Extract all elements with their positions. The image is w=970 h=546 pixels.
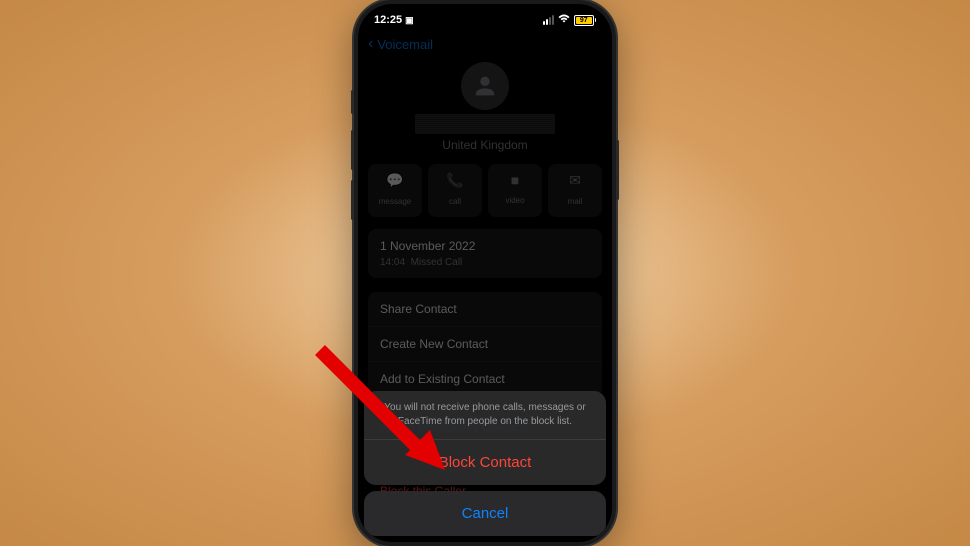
signal-icon [543, 15, 554, 25]
mute-switch [351, 90, 354, 114]
call-button[interactable]: 📞 call [428, 164, 482, 217]
phone-screen: 12:25 ▣ 97 ‹ Voicemail [358, 4, 612, 542]
volume-down [351, 180, 354, 220]
recent-date: 1 November 2022 [380, 239, 590, 253]
video-icon: ■ [488, 172, 542, 188]
notch [430, 4, 540, 26]
action-sheet: You will not receive phone calls, messag… [364, 391, 606, 536]
back-label: Voicemail [377, 37, 433, 52]
message-icon: 💬 [368, 172, 422, 189]
contact-location: United Kingdom [368, 138, 602, 152]
battery-icon: 97 [574, 15, 596, 26]
cancel-button[interactable]: Cancel [364, 491, 606, 536]
message-button[interactable]: 💬 message [368, 164, 422, 217]
location-icon: ▣ [405, 15, 414, 26]
sheet-description: You will not receive phone calls, messag… [364, 391, 606, 440]
create-contact[interactable]: Create New Contact [368, 327, 602, 362]
redacted-name [415, 114, 555, 134]
power-button [616, 140, 619, 200]
recent-call-entry: 14:04 Missed Call [380, 257, 590, 268]
volume-up [351, 130, 354, 170]
contact-avatar [461, 62, 509, 110]
status-time: 12:25 [374, 14, 402, 26]
block-contact-button[interactable]: Block Contact [364, 440, 606, 485]
contact-name [368, 114, 602, 134]
share-contact[interactable]: Share Contact [368, 292, 602, 327]
recent-call-card: 1 November 2022 14:04 Missed Call [368, 229, 602, 278]
video-button[interactable]: ■ video [488, 164, 542, 217]
mail-button[interactable]: ✉ mail [548, 164, 602, 217]
phone-frame: 12:25 ▣ 97 ‹ Voicemail [354, 0, 616, 546]
contact-actions-list: Share Contact Create New Contact Add to … [368, 292, 602, 396]
back-button[interactable]: ‹ Voicemail [368, 30, 602, 58]
action-sheet-group: You will not receive phone calls, messag… [364, 391, 606, 485]
phone-icon: 📞 [428, 172, 482, 189]
wifi-icon [558, 14, 570, 27]
chevron-left-icon: ‹ [368, 36, 373, 52]
mail-icon: ✉ [548, 172, 602, 189]
